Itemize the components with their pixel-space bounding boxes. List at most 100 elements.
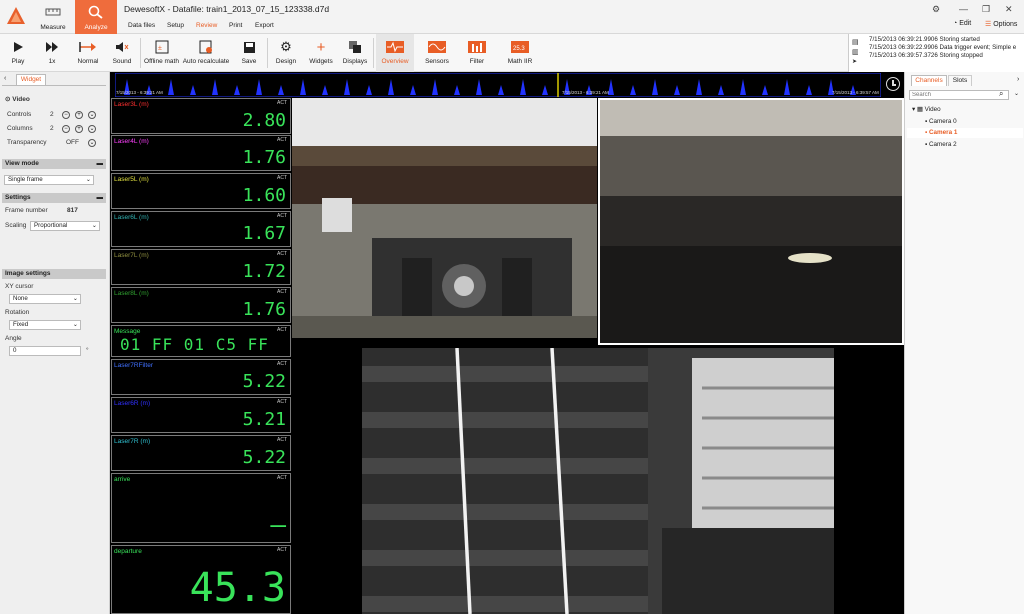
digital-meter[interactable]: Laser6R (m) ACT 5.21: [111, 397, 291, 433]
tab-slots[interactable]: Slots: [948, 75, 972, 86]
normal-button[interactable]: Normal: [72, 34, 104, 72]
play-button[interactable]: Play: [4, 34, 32, 72]
meter-act-label: ACT: [277, 137, 287, 143]
menu-setup[interactable]: Setup: [167, 22, 184, 29]
widgets-button[interactable]: + Widgets: [306, 34, 336, 72]
angle-value: 0: [13, 347, 17, 354]
overview-tab[interactable]: Overview: [376, 34, 414, 72]
scaling-label: Scaling: [5, 222, 27, 229]
timeline-spike: [366, 85, 372, 95]
video-camera-2[interactable]: [362, 348, 834, 614]
title-bar: Measure Analyze DewesoftX - Datafile: tr…: [0, 0, 1024, 34]
timeline-overview[interactable]: 7/15/2013 - 6:39:21 AM 7/15/2013 - 6:39:…: [110, 72, 904, 98]
meter-act-label: ACT: [277, 100, 287, 106]
menu-review[interactable]: Review: [196, 22, 217, 29]
tab-channels[interactable]: Channels: [911, 75, 947, 86]
tree-item-camera-0[interactable]: ▪ Camera 0: [925, 118, 957, 125]
collapse-icon[interactable]: ▬: [97, 159, 104, 169]
save-label: Save: [241, 58, 257, 65]
digital-meter[interactable]: Laser7L (m) ACT 1.72: [111, 249, 291, 285]
settings-header[interactable]: Settings ▬: [2, 193, 106, 203]
timeline-spike: [432, 79, 438, 95]
filter-tab[interactable]: Filter: [460, 34, 494, 72]
options-button[interactable]: ☰ Options: [985, 20, 1017, 28]
menu-print[interactable]: Print: [229, 22, 242, 29]
image-settings-header[interactable]: Image settings: [2, 269, 106, 279]
digital-meter[interactable]: Laser6L (m) ACT 1.67: [111, 211, 291, 247]
columns-dropdown-button[interactable]: ⌄: [88, 125, 96, 133]
digital-meter[interactable]: Laser7RFilter ACT 5.22: [111, 359, 291, 395]
xy-cursor-select[interactable]: None ⌄: [9, 294, 81, 304]
columns-plus-button[interactable]: +: [75, 125, 83, 133]
event-list-icon[interactable]: ▤: [852, 38, 859, 46]
sensors-tab[interactable]: Sensors: [420, 34, 454, 72]
transparency-dropdown-button[interactable]: ⌄: [88, 139, 96, 147]
event-note-icon[interactable]: ▥: [852, 48, 859, 56]
timeline-spike: [498, 85, 504, 95]
meter-act-label: ACT: [277, 547, 287, 553]
tree-item-camera-2[interactable]: ▪ Camera 2: [925, 141, 957, 148]
columns-minus-button[interactable]: −: [62, 125, 70, 133]
sensors-display-icon: [428, 41, 446, 53]
design-button[interactable]: ⚙ Design: [272, 34, 300, 72]
controls-minus-button[interactable]: −: [62, 111, 70, 119]
tree-item-camera-1-label[interactable]: ▪ Camera 1: [925, 129, 957, 136]
view-mode-select[interactable]: Single frame ⌄: [4, 175, 94, 185]
play-label: Play: [11, 58, 25, 65]
video-section-header[interactable]: ⊙ Video: [5, 95, 30, 103]
collapse-icon[interactable]: ▬: [97, 193, 104, 203]
displays-button[interactable]: Displays: [340, 34, 370, 72]
angle-input[interactable]: 0: [9, 346, 81, 356]
mode-measure-button[interactable]: Measure: [32, 0, 74, 34]
transparency-label: Transparency: [7, 139, 47, 146]
video-camera-0[interactable]: [292, 98, 597, 338]
sound-button[interactable]: Sound: [108, 34, 136, 72]
auto-recalculate-button[interactable]: Auto recalculate: [182, 34, 230, 72]
tab-widget[interactable]: Widget: [16, 74, 46, 85]
digital-meter[interactable]: Message ACT 01 FF 01 C5 FF: [111, 325, 291, 357]
minimize-icon[interactable]: —: [959, 4, 968, 14]
digital-meter[interactable]: Laser5L (m) ACT 1.60: [111, 173, 291, 209]
restore-icon[interactable]: ❐: [982, 4, 990, 15]
digital-meter[interactable]: Laser3L (m) ACT 2.80: [111, 98, 291, 134]
digital-meter[interactable]: arrive ACT —: [111, 473, 291, 543]
view-mode-header[interactable]: View mode ▬: [2, 159, 106, 169]
save-button[interactable]: Save: [236, 34, 262, 72]
columns-label: Columns: [7, 125, 33, 132]
edit-button[interactable]: ◔ Edit: [953, 20, 971, 27]
search-icon[interactable]: ⌕: [999, 89, 1003, 99]
digital-meter[interactable]: Laser8L (m) ACT 1.76: [111, 287, 291, 323]
meter-channel-name: Laser7L (m): [114, 252, 149, 259]
clock-icon[interactable]: [886, 77, 900, 91]
settings-gear-icon[interactable]: ⚙: [932, 4, 940, 15]
channel-search-input[interactable]: [909, 90, 1009, 100]
digital-meter[interactable]: Laser7R (m) ACT 5.22: [111, 435, 291, 471]
menu-data-files[interactable]: Data files: [128, 22, 155, 29]
digital-meter[interactable]: departure ACT 45.3: [111, 545, 291, 614]
tree-group-video[interactable]: ▾ ▦ Video: [912, 106, 941, 113]
collapse-chevron-icon[interactable]: ‹: [4, 75, 6, 82]
chevron-down-icon[interactable]: ⌄: [1014, 90, 1019, 97]
meter-channel-name: Laser6R (m): [114, 400, 151, 407]
close-icon[interactable]: ✕: [1005, 4, 1013, 15]
collapse-chevron-icon[interactable]: ›: [1017, 76, 1019, 83]
video-settings-icon: ⊙: [5, 96, 11, 103]
meter-channel-name: Laser6L (m): [114, 214, 149, 221]
offline-math-button[interactable]: ± Offline math: [143, 34, 180, 72]
digital-meter[interactable]: Laser4L (m) ACT 1.76: [111, 135, 291, 171]
mode-analyze-button[interactable]: Analyze: [75, 0, 117, 34]
math-iir-tab[interactable]: 25.3 Math IIR: [500, 34, 540, 72]
scaling-select[interactable]: Proportional ⌄: [30, 221, 100, 231]
design-label: Design: [275, 58, 297, 65]
menu-export[interactable]: Export: [255, 22, 274, 29]
camera-1-label: Camera 1: [928, 129, 958, 136]
displays-icon: [349, 41, 361, 53]
meter-value: 2.80: [242, 110, 286, 131]
display-area: Laser3L (m) ACT 2.80 Laser4L (m) ACT 1.76 Lase…: [110, 98, 904, 614]
video-camera-1[interactable]: [598, 98, 904, 345]
rotation-select[interactable]: Fixed ⌄: [9, 320, 81, 330]
timeline-spike: [212, 79, 218, 95]
speed-button[interactable]: 1x: [38, 34, 66, 72]
controls-dropdown-button[interactable]: ⌄: [88, 111, 96, 119]
controls-plus-button[interactable]: +: [75, 111, 83, 119]
